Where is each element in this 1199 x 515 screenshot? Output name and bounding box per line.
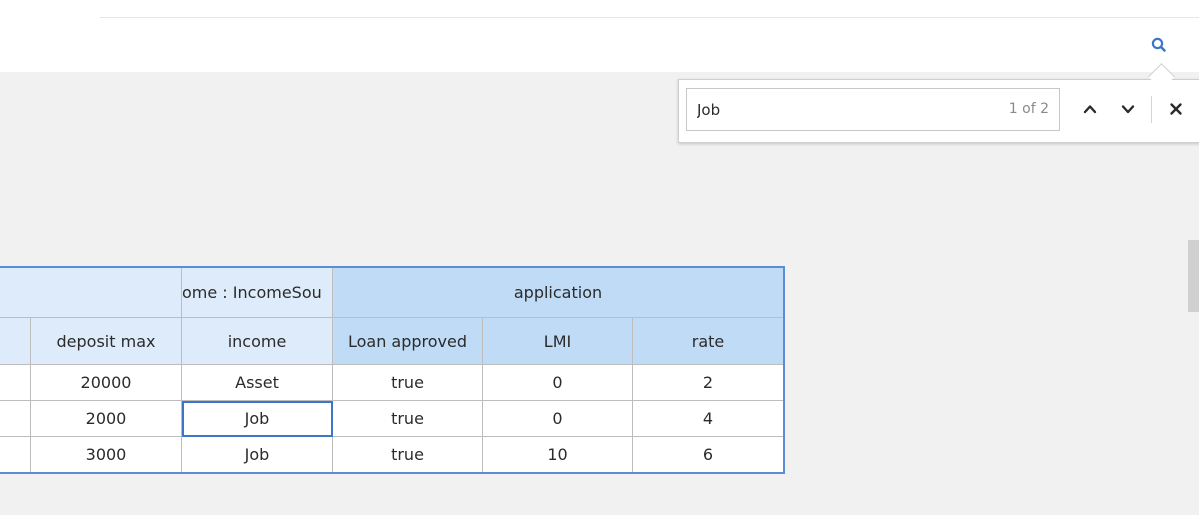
find-match-count: 1 of 2 <box>1008 101 1049 117</box>
table-cell[interactable]: 10 <box>483 437 633 472</box>
column-header-loan-approved[interactable]: Loan approved <box>333 318 483 365</box>
table-cell[interactable] <box>0 365 31 401</box>
table-cell[interactable]: true <box>333 437 483 472</box>
toolbar-divider <box>100 17 1199 18</box>
table-cell[interactable]: 2 <box>633 365 783 401</box>
table-cell[interactable]: 0 <box>483 365 633 401</box>
vertical-scrollbar[interactable] <box>1188 240 1199 312</box>
table-cell[interactable]: 20000 <box>31 365 182 401</box>
column-header-first[interactable] <box>0 318 31 365</box>
chevron-up-icon <box>1083 105 1097 114</box>
table-cell[interactable]: Asset <box>182 365 333 401</box>
close-find-button[interactable] <box>1165 98 1187 120</box>
table-cell[interactable] <box>0 437 31 472</box>
table-cell[interactable]: true <box>333 401 483 437</box>
table-cell[interactable]: 0 <box>483 401 633 437</box>
previous-match-button[interactable] <box>1079 98 1101 120</box>
decision-table: ome : IncomeSou application deposit max … <box>0 266 785 474</box>
table-cell[interactable]: 4 <box>633 401 783 437</box>
table-cell[interactable]: true <box>333 365 483 401</box>
column-header-rate[interactable]: rate <box>633 318 783 365</box>
column-header-income[interactable]: income <box>182 318 333 365</box>
group-header-cell[interactable] <box>0 268 182 318</box>
next-match-button[interactable] <box>1117 98 1139 120</box>
table-cell[interactable] <box>0 401 31 437</box>
group-header-income[interactable]: ome : IncomeSou <box>182 268 333 318</box>
table-cell[interactable]: 6 <box>633 437 783 472</box>
search-icon[interactable] <box>1150 36 1168 54</box>
find-field[interactable]: 1 of 2 <box>686 88 1060 131</box>
table-cell[interactable]: Job <box>182 437 333 472</box>
selected-table-cell[interactable]: Job <box>182 401 333 437</box>
close-icon <box>1170 103 1182 115</box>
table-cell[interactable]: 3000 <box>31 437 182 472</box>
chevron-down-icon <box>1121 105 1135 114</box>
column-header-deposit-max[interactable]: deposit max <box>31 318 182 365</box>
find-input[interactable] <box>687 89 967 130</box>
top-toolbar <box>0 0 1199 72</box>
group-header-application[interactable]: application <box>333 268 783 318</box>
column-header-lmi[interactable]: LMI <box>483 318 633 365</box>
find-popup-divider <box>1151 96 1152 123</box>
table-cell[interactable]: 2000 <box>31 401 182 437</box>
